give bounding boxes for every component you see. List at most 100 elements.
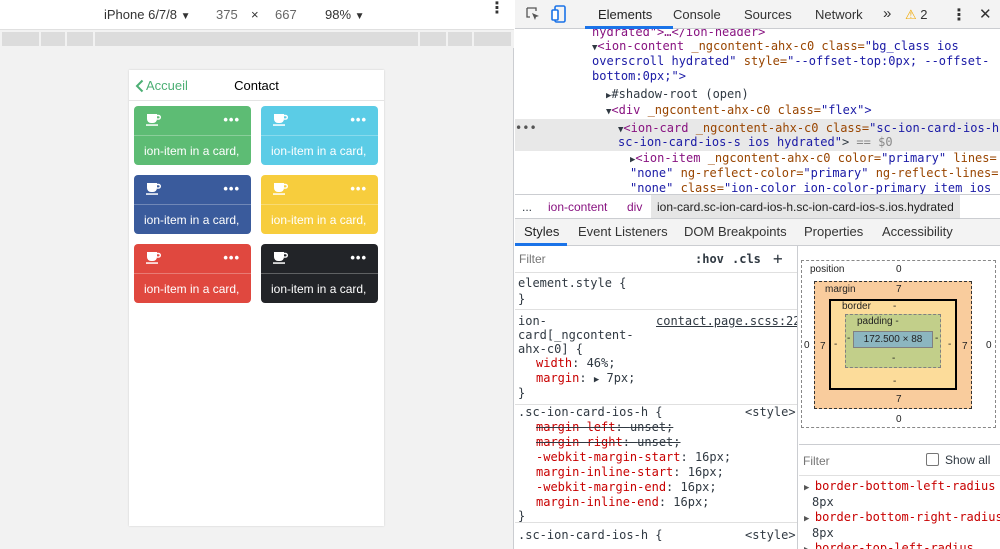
- margin-top-value[interactable]: 7: [896, 284, 902, 295]
- kebab-menu-icon[interactable]: ⋮: [489, 1, 505, 17]
- settings-gear-icon[interactable]: ⋮: [951, 5, 967, 25]
- selector[interactable]: element.style {: [518, 276, 626, 290]
- margin-bottom-value[interactable]: 7: [896, 394, 902, 405]
- dom-line[interactable]: bottom:0px;">: [592, 69, 686, 85]
- computed-property-name: border-bottom-left-radius: [814, 479, 996, 493]
- styles-filter-input[interactable]: [517, 249, 681, 269]
- tab-properties[interactable]: Properties: [804, 224, 863, 239]
- selector[interactable]: ion-: [518, 314, 547, 328]
- expand-arrow-icon[interactable]: ▶: [804, 545, 815, 549]
- border-left-value[interactable]: -: [834, 339, 837, 350]
- device-select[interactable]: iPhone 6/7/8 ▼: [104, 7, 191, 22]
- warnings-badge[interactable]: ⚠ 2: [905, 7, 928, 23]
- selector[interactable]: ahx-c0] {: [518, 342, 583, 356]
- dom-line[interactable]: "none" ng-reflect-color="primary" ng-ref…: [630, 166, 999, 182]
- computed-property[interactable]: ▶ border-bottom-left-radius 8px: [804, 479, 995, 509]
- breadcrumb-item[interactable]: ...: [522, 200, 532, 214]
- more-tabs-button[interactable]: »: [883, 5, 891, 22]
- computed-property-name: border-bottom-right-radius: [814, 510, 1000, 524]
- more-icon[interactable]: •••: [223, 181, 240, 196]
- tab-event-listeners[interactable]: Event Listeners: [578, 224, 668, 239]
- tab-dom-breakpoints[interactable]: DOM Breakpoints: [684, 224, 787, 239]
- css-declaration[interactable]: -webkit-margin-start: 16px;: [536, 450, 731, 464]
- card-item-label: ion-item in a card,: [271, 144, 367, 158]
- computed-property[interactable]: ▶ border-bottom-right-radius 8px: [804, 510, 1000, 540]
- dom-line[interactable]: ▼<div _ngcontent-ahx-c0 class="flex">: [606, 103, 872, 121]
- margin-left-value[interactable]: 7: [820, 341, 826, 352]
- selector[interactable]: card[_ngcontent-: [518, 328, 634, 342]
- computed-property[interactable]: ▶ border-top-left-radius: [804, 541, 974, 549]
- position-bottom-value[interactable]: 0: [896, 414, 902, 425]
- css-declaration[interactable]: width: 46%;: [536, 356, 615, 370]
- more-icon[interactable]: •••: [223, 112, 240, 127]
- position-label: position: [810, 264, 845, 275]
- ion-card[interactable]: ••• ion-item in a card,: [134, 175, 251, 234]
- new-rule-button[interactable]: +: [773, 249, 783, 268]
- card-header: •••: [261, 106, 378, 136]
- css-declaration[interactable]: margin-inline-start: 16px;: [536, 465, 724, 479]
- border-top-value[interactable]: -: [893, 301, 896, 312]
- dom-line[interactable]: overscroll hydrated" style="--offset-top…: [592, 54, 989, 70]
- rule-close: }: [518, 509, 526, 523]
- css-declaration[interactable]: margin: ▶ 7px;: [536, 371, 635, 385]
- breadcrumb-item[interactable]: div: [627, 200, 642, 214]
- tab-styles[interactable]: Styles: [524, 224, 559, 239]
- box-model-content[interactable]: 172.500 × 88: [853, 331, 933, 348]
- padding-left-value[interactable]: -: [847, 333, 850, 344]
- node-actions-button[interactable]: •••: [515, 121, 537, 137]
- border-bottom-value[interactable]: -: [893, 376, 896, 387]
- padding-bottom-value[interactable]: -: [892, 353, 895, 364]
- tab-accessibility[interactable]: Accessibility: [882, 224, 953, 239]
- border-right-value[interactable]: -: [948, 339, 951, 350]
- show-all-checkbox[interactable]: [926, 453, 939, 466]
- breadcrumb-item[interactable]: ion-content: [548, 200, 607, 214]
- padding-right-value[interactable]: -: [935, 333, 938, 344]
- page-title: Contact: [234, 78, 279, 93]
- more-icon[interactable]: •••: [350, 181, 367, 196]
- tab-console[interactable]: Console: [673, 7, 721, 22]
- tab-network[interactable]: Network: [815, 7, 863, 22]
- media-query-bar[interactable]: [0, 30, 514, 48]
- height-input[interactable]: 667: [275, 7, 297, 22]
- selector[interactable]: .sc-ion-card-ios-h {: [518, 528, 663, 542]
- dom-line[interactable]: "none" class="ion-color ion-color-primar…: [630, 181, 991, 194]
- zoom-select[interactable]: 98% ▼: [325, 7, 365, 22]
- element-style-rule: element.style { }: [515, 273, 797, 310]
- position-right-value[interactable]: 0: [986, 340, 992, 351]
- ion-card[interactable]: ••• ion-item in a card,: [134, 244, 251, 303]
- tab-elements[interactable]: Elements: [598, 7, 652, 22]
- margin-right-value[interactable]: 7: [962, 341, 968, 352]
- tab-sources[interactable]: Sources: [744, 7, 792, 22]
- ion-card[interactable]: ••• ion-item in a card,: [261, 244, 378, 303]
- card-item-label: ion-item in a card,: [271, 213, 367, 227]
- dom-line-selected[interactable]: sc-ion-card-ios-s ios hydrated"> == $0: [618, 135, 893, 151]
- css-declaration-overridden[interactable]: margin-right: unset;: [536, 435, 681, 449]
- margin-label: margin: [825, 284, 856, 295]
- hov-toggle[interactable]: :hov: [695, 252, 724, 266]
- width-input[interactable]: 375: [216, 7, 238, 22]
- computed-filter-input[interactable]: [803, 452, 913, 470]
- position-left-value[interactable]: 0: [804, 340, 810, 351]
- breadcrumb-item-active[interactable]: ion-card.sc-ion-card-ios-h.sc-ion-card-i…: [651, 195, 960, 218]
- more-icon[interactable]: •••: [223, 250, 240, 265]
- css-declaration[interactable]: -webkit-margin-end: 16px;: [536, 480, 717, 494]
- css-declaration[interactable]: margin-inline-end: 16px;: [536, 495, 709, 509]
- css-declaration-overridden[interactable]: margin-left: unset;: [536, 420, 673, 434]
- expand-arrow-icon[interactable]: ▶: [804, 483, 815, 493]
- ion-card[interactable]: ••• ion-item in a card,: [134, 106, 251, 165]
- close-icon[interactable]: ✕: [979, 5, 992, 23]
- more-icon[interactable]: •••: [350, 112, 367, 127]
- dom-line[interactable]: ▶#shadow-root (open): [606, 87, 749, 105]
- source-link[interactable]: contact.page.scss:22: [656, 314, 797, 328]
- inspect-element-icon[interactable]: [525, 6, 541, 25]
- device-toggle-icon[interactable]: [551, 5, 567, 26]
- position-top-value[interactable]: 0: [896, 264, 902, 275]
- expand-arrow-icon[interactable]: ▶: [804, 514, 815, 524]
- ion-card[interactable]: ••• ion-item in a card,: [261, 106, 378, 165]
- selector[interactable]: .sc-ion-card-ios-h {: [518, 405, 663, 419]
- cls-toggle[interactable]: .cls: [732, 252, 761, 266]
- dimension-separator: ×: [251, 7, 259, 22]
- more-icon[interactable]: •••: [350, 250, 367, 265]
- box-model-position: position 0 0 0 0 margin 7 7 7 7 border -…: [801, 260, 996, 428]
- ion-card[interactable]: ••• ion-item in a card,: [261, 175, 378, 234]
